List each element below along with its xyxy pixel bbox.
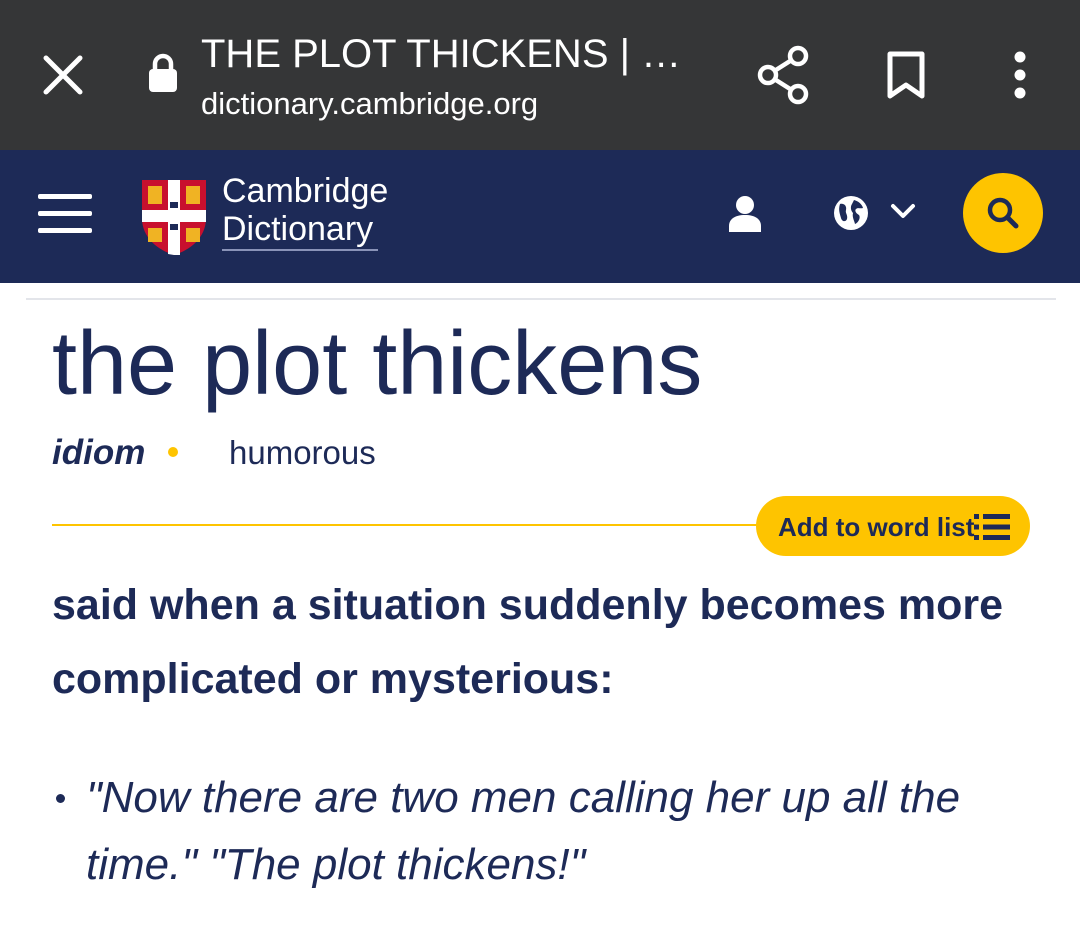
chevron-down-icon[interactable] xyxy=(889,200,917,222)
search-icon xyxy=(987,197,1019,229)
content-divider xyxy=(26,298,1056,300)
more-vert-icon[interactable] xyxy=(1005,50,1035,100)
usage-label: humorous xyxy=(229,434,376,471)
search-button[interactable] xyxy=(963,173,1043,253)
add-to-word-list-button[interactable]: Add to word list xyxy=(756,496,1030,556)
example-sentence: "Now there are two men calling her up al… xyxy=(86,773,961,889)
entry-rule xyxy=(52,524,764,526)
part-of-speech: idiom xyxy=(52,433,146,472)
logo-underline xyxy=(222,249,378,251)
bookmark-icon[interactable] xyxy=(885,50,927,100)
headword: the plot thickens xyxy=(52,314,703,414)
share-icon[interactable] xyxy=(755,44,811,106)
crest-logo[interactable] xyxy=(140,178,208,256)
add-to-word-list-label: Add to word list xyxy=(778,512,975,542)
page-title: THE PLOT THICKENS | … xyxy=(201,32,682,76)
separator-dot xyxy=(168,447,178,457)
lock-icon xyxy=(149,53,177,92)
site-header: Cambridge Dictionary xyxy=(0,150,1080,283)
user-icon[interactable] xyxy=(727,194,763,234)
browser-toolbar: THE PLOT THICKENS | … dictionary.cambrid… xyxy=(0,0,1080,150)
page-url[interactable]: dictionary.cambridge.org xyxy=(201,84,538,124)
logo-text[interactable]: Cambridge Dictionary xyxy=(222,172,388,248)
globe-icon[interactable] xyxy=(832,194,870,232)
logo-line-2: Dictionary xyxy=(222,210,374,248)
definition-text: said when a situation suddenly becomes m… xyxy=(52,581,1004,703)
example-bullet xyxy=(56,794,65,803)
menu-icon[interactable] xyxy=(38,194,92,234)
list-icon xyxy=(974,514,1010,540)
close-icon[interactable] xyxy=(38,50,88,100)
logo-line-1: Cambridge xyxy=(222,172,389,210)
